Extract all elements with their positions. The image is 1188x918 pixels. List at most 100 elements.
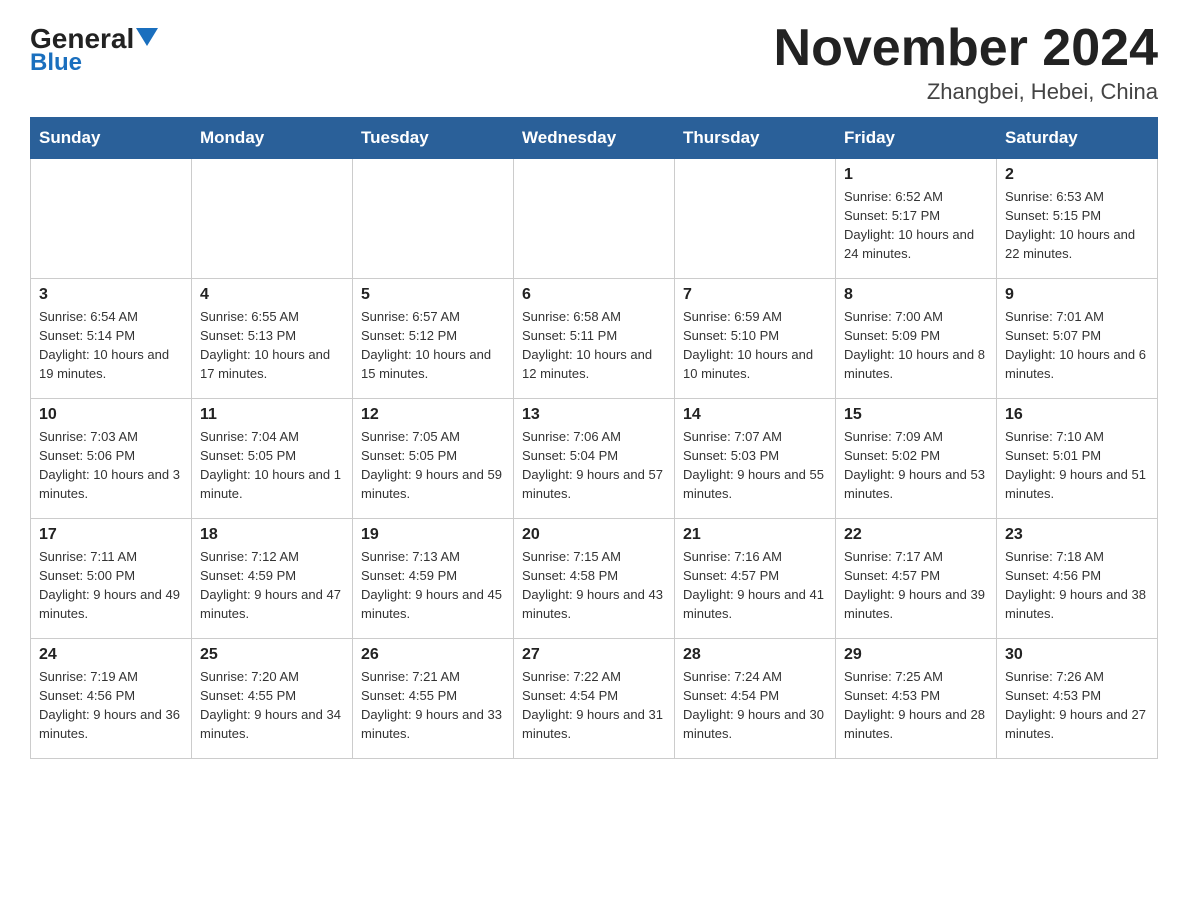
logo-triangle-icon xyxy=(136,28,158,46)
day-number: 3 xyxy=(39,286,183,304)
day-info: Sunrise: 7:04 AMSunset: 5:05 PMDaylight:… xyxy=(200,428,344,503)
day-info: Sunrise: 7:01 AMSunset: 5:07 PMDaylight:… xyxy=(1005,308,1149,383)
calendar-cell: 15 Sunrise: 7:09 AMSunset: 5:02 PMDayligh… xyxy=(836,399,997,519)
title-area: November 2024 Zhangbei, Hebei, China xyxy=(774,20,1158,105)
calendar-cell: 25 Sunrise: 7:20 AMSunset: 4:55 PMDayligh… xyxy=(192,639,353,759)
calendar-cell: 22Sunrise: 7:17 AMSunset: 4:57 PMDayligh… xyxy=(836,519,997,639)
calendar-week-row: 17 Sunrise: 7:11 AMSunset: 5:00 PMDayligh… xyxy=(31,519,1158,639)
calendar-week-row: 3 Sunrise: 6:54 AMSunset: 5:14 PMDaylight… xyxy=(31,279,1158,399)
calendar-cell: 4Sunrise: 6:55 AMSunset: 5:13 PMDaylight… xyxy=(192,279,353,399)
day-number: 16 xyxy=(1005,406,1149,424)
calendar-cell: 5Sunrise: 6:57 AMSunset: 5:12 PMDaylight… xyxy=(353,279,514,399)
day-number: 25 xyxy=(200,646,344,664)
day-info: Sunrise: 7:12 AMSunset: 4:59 PMDaylight:… xyxy=(200,548,344,623)
day-number: 30 xyxy=(1005,646,1149,664)
day-info: Sunrise: 7:24 AMSunset: 4:54 PMDaylight:… xyxy=(683,668,827,743)
day-number: 10 xyxy=(39,406,183,424)
calendar-cell: 19Sunrise: 7:13 AMSunset: 4:59 PMDayligh… xyxy=(353,519,514,639)
day-number: 11 xyxy=(200,406,344,424)
day-info: Sunrise: 7:22 AMSunset: 4:54 PMDaylight:… xyxy=(522,668,666,743)
calendar-cell xyxy=(31,159,192,279)
calendar-header-saturday: Saturday xyxy=(997,118,1158,159)
calendar-header-monday: Monday xyxy=(192,118,353,159)
day-number: 2 xyxy=(1005,166,1149,184)
calendar-cell: 18 Sunrise: 7:12 AMSunset: 4:59 PMDayligh… xyxy=(192,519,353,639)
day-info: Sunrise: 7:11 AMSunset: 5:00 PMDaylight:… xyxy=(39,548,183,623)
day-info: Sunrise: 7:06 AMSunset: 5:04 PMDaylight:… xyxy=(522,428,666,503)
calendar-cell xyxy=(353,159,514,279)
calendar-table: SundayMondayTuesdayWednesdayThursdayFrid… xyxy=(30,117,1158,759)
calendar-cell xyxy=(192,159,353,279)
calendar-cell: 9 Sunrise: 7:01 AMSunset: 5:07 PMDaylight… xyxy=(997,279,1158,399)
calendar-cell: 1 Sunrise: 6:52 AMSunset: 5:17 PMDaylight… xyxy=(836,159,997,279)
calendar-cell: 7 Sunrise: 6:59 AMSunset: 5:10 PMDaylight… xyxy=(675,279,836,399)
calendar-cell: 14 Sunrise: 7:07 AMSunset: 5:03 PMDayligh… xyxy=(675,399,836,519)
day-info: Sunrise: 7:05 AMSunset: 5:05 PMDaylight:… xyxy=(361,428,505,503)
day-number: 5 xyxy=(361,286,505,304)
calendar-cell: 6 Sunrise: 6:58 AMSunset: 5:11 PMDaylight… xyxy=(514,279,675,399)
day-number: 27 xyxy=(522,646,666,664)
calendar-cell: 17 Sunrise: 7:11 AMSunset: 5:00 PMDayligh… xyxy=(31,519,192,639)
calendar-week-row: 1 Sunrise: 6:52 AMSunset: 5:17 PMDaylight… xyxy=(31,159,1158,279)
calendar-header-sunday: Sunday xyxy=(31,118,192,159)
day-info: Sunrise: 6:53 AMSunset: 5:15 PMDaylight:… xyxy=(1005,188,1149,263)
day-number: 14 xyxy=(683,406,827,424)
day-number: 7 xyxy=(683,286,827,304)
location: Zhangbei, Hebei, China xyxy=(774,79,1158,105)
day-info: Sunrise: 7:26 AMSunset: 4:53 PMDaylight:… xyxy=(1005,668,1149,743)
day-info: Sunrise: 7:07 AMSunset: 5:03 PMDaylight:… xyxy=(683,428,827,503)
day-number: 28 xyxy=(683,646,827,664)
day-number: 6 xyxy=(522,286,666,304)
calendar-cell: 21Sunrise: 7:16 AMSunset: 4:57 PMDayligh… xyxy=(675,519,836,639)
calendar-cell xyxy=(514,159,675,279)
logo: General Blue xyxy=(30,20,158,77)
calendar-cell: 30 Sunrise: 7:26 AMSunset: 4:53 PMDayligh… xyxy=(997,639,1158,759)
page-header: General Blue November 2024 Zhangbei, Heb… xyxy=(30,20,1158,105)
calendar-cell: 10Sunrise: 7:03 AMSunset: 5:06 PMDayligh… xyxy=(31,399,192,519)
month-title: November 2024 xyxy=(774,20,1158,77)
day-number: 26 xyxy=(361,646,505,664)
day-info: Sunrise: 6:59 AMSunset: 5:10 PMDaylight:… xyxy=(683,308,827,383)
day-number: 4 xyxy=(200,286,344,304)
calendar-cell: 27 Sunrise: 7:22 AMSunset: 4:54 PMDayligh… xyxy=(514,639,675,759)
day-number: 20 xyxy=(522,526,666,544)
day-info: Sunrise: 7:19 AMSunset: 4:56 PMDaylight:… xyxy=(39,668,183,743)
calendar-header-tuesday: Tuesday xyxy=(353,118,514,159)
calendar-cell: 13Sunrise: 7:06 AMSunset: 5:04 PMDayligh… xyxy=(514,399,675,519)
day-number: 8 xyxy=(844,286,988,304)
day-info: Sunrise: 6:54 AMSunset: 5:14 PMDaylight:… xyxy=(39,308,183,383)
day-info: Sunrise: 7:18 AMSunset: 4:56 PMDaylight:… xyxy=(1005,548,1149,623)
day-number: 9 xyxy=(1005,286,1149,304)
day-info: Sunrise: 7:00 AMSunset: 5:09 PMDaylight:… xyxy=(844,308,988,383)
calendar-week-row: 10Sunrise: 7:03 AMSunset: 5:06 PMDayligh… xyxy=(31,399,1158,519)
day-info: Sunrise: 7:25 AMSunset: 4:53 PMDaylight:… xyxy=(844,668,988,743)
calendar-header-row: SundayMondayTuesdayWednesdayThursdayFrid… xyxy=(31,118,1158,159)
day-number: 29 xyxy=(844,646,988,664)
calendar-week-row: 24 Sunrise: 7:19 AMSunset: 4:56 PMDayligh… xyxy=(31,639,1158,759)
day-info: Sunrise: 6:52 AMSunset: 5:17 PMDaylight:… xyxy=(844,188,988,263)
calendar-cell: 24 Sunrise: 7:19 AMSunset: 4:56 PMDayligh… xyxy=(31,639,192,759)
day-number: 1 xyxy=(844,166,988,184)
day-number: 15 xyxy=(844,406,988,424)
day-number: 12 xyxy=(361,406,505,424)
calendar-cell: 3 Sunrise: 6:54 AMSunset: 5:14 PMDaylight… xyxy=(31,279,192,399)
day-number: 22 xyxy=(844,526,988,544)
calendar-cell: 28 Sunrise: 7:24 AMSunset: 4:54 PMDayligh… xyxy=(675,639,836,759)
calendar-cell: 16 Sunrise: 7:10 AMSunset: 5:01 PMDayligh… xyxy=(997,399,1158,519)
day-number: 24 xyxy=(39,646,183,664)
day-info: Sunrise: 7:09 AMSunset: 5:02 PMDaylight:… xyxy=(844,428,988,503)
day-number: 17 xyxy=(39,526,183,544)
calendar-cell: 20Sunrise: 7:15 AMSunset: 4:58 PMDayligh… xyxy=(514,519,675,639)
day-info: Sunrise: 6:58 AMSunset: 5:11 PMDaylight:… xyxy=(522,308,666,383)
day-info: Sunrise: 7:10 AMSunset: 5:01 PMDaylight:… xyxy=(1005,428,1149,503)
calendar-cell: 11 Sunrise: 7:04 AMSunset: 5:05 PMDayligh… xyxy=(192,399,353,519)
calendar-header-thursday: Thursday xyxy=(675,118,836,159)
calendar-cell: 8 Sunrise: 7:00 AMSunset: 5:09 PMDaylight… xyxy=(836,279,997,399)
calendar-cell: 2 Sunrise: 6:53 AMSunset: 5:15 PMDaylight… xyxy=(997,159,1158,279)
day-number: 23 xyxy=(1005,526,1149,544)
day-info: Sunrise: 7:16 AMSunset: 4:57 PMDaylight:… xyxy=(683,548,827,623)
day-info: Sunrise: 7:20 AMSunset: 4:55 PMDaylight:… xyxy=(200,668,344,743)
day-number: 18 xyxy=(200,526,344,544)
calendar-cell xyxy=(675,159,836,279)
calendar-header-wednesday: Wednesday xyxy=(514,118,675,159)
